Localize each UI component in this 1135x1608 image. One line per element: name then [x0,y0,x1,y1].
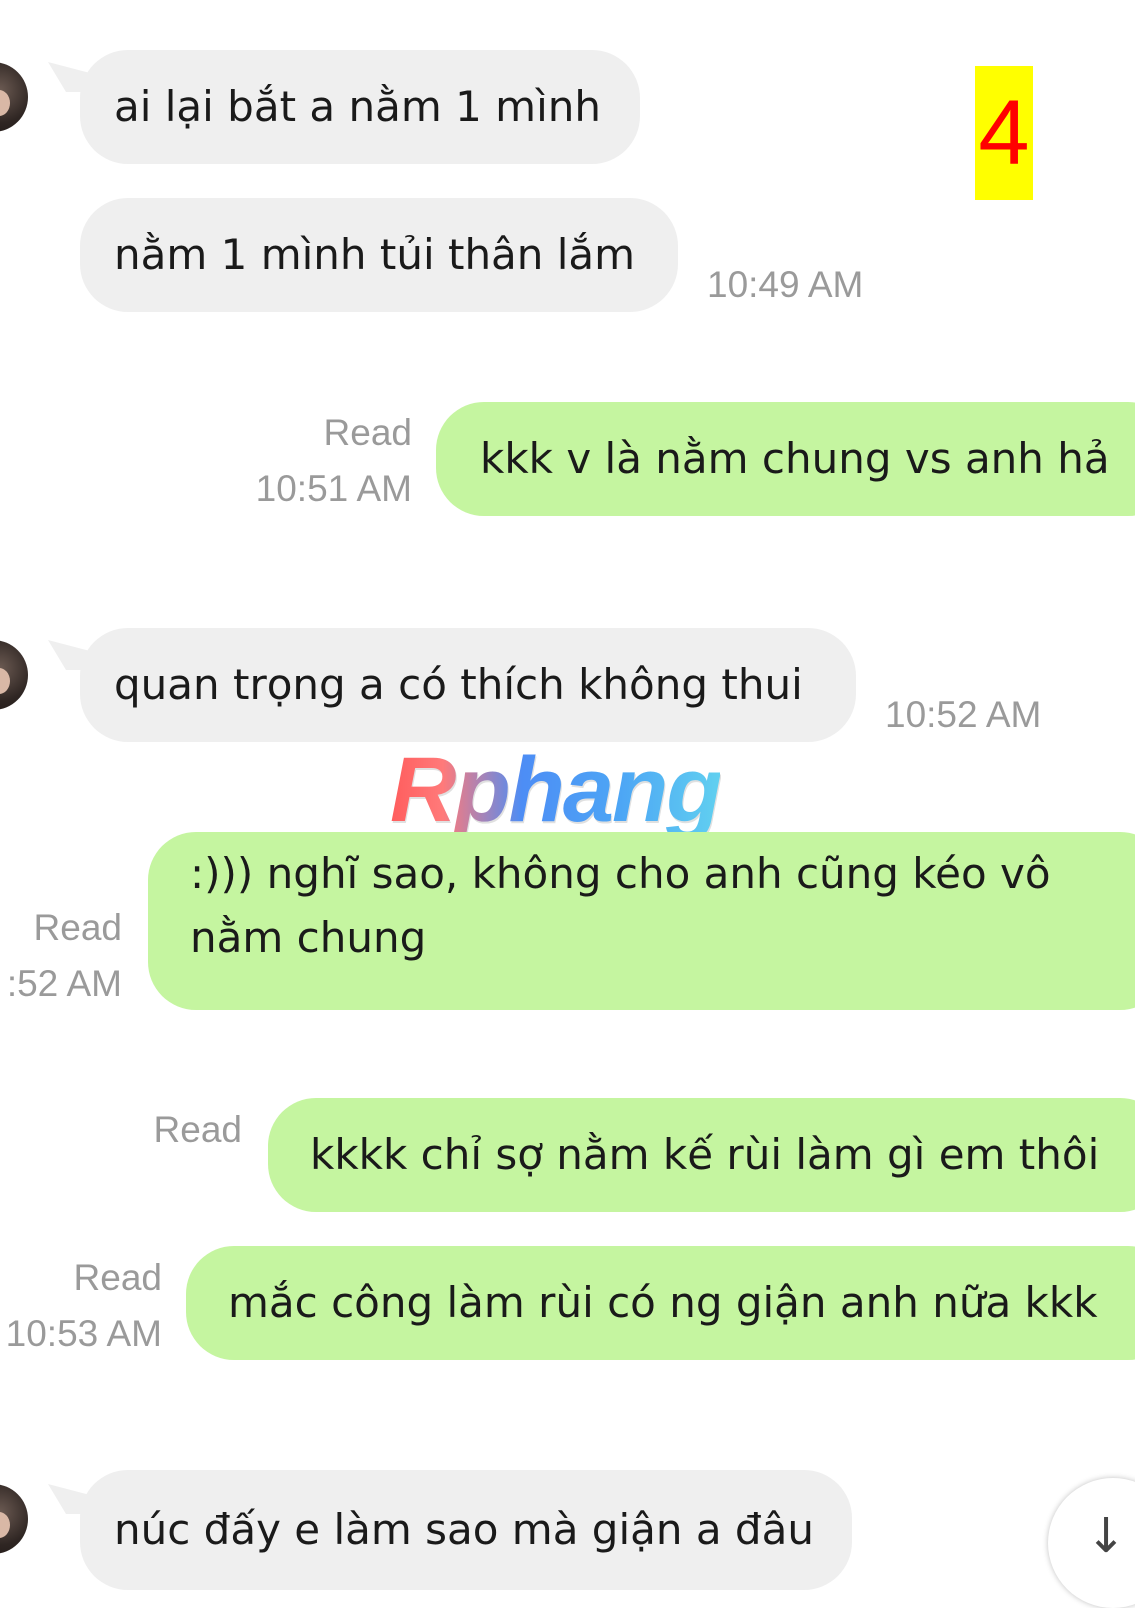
outgoing-message-bubble[interactable]: mắc công làm rùi có ng giận anh nữa kkk [186,1246,1135,1360]
incoming-message-bubble[interactable]: núc đấy e làm sao mà giận a đâu [80,1470,852,1590]
read-receipt: Read :52 AM [0,900,122,1012]
outgoing-message-bubble[interactable]: kkk v là nằm chung vs anh hả [436,402,1135,516]
outgoing-message-bubble[interactable]: kkkk chỉ sợ nằm kế rùi làm gì em thôi [268,1098,1135,1212]
message-timestamp: 10:53 AM [5,1313,162,1354]
read-status: Read [73,1257,162,1298]
page-number-badge: 4 [975,66,1033,200]
read-status: Read [153,1109,242,1150]
read-receipt: Read 10:51 AM [200,405,412,517]
contact-avatar[interactable] [0,640,28,710]
message-timestamp: :52 AM [6,963,122,1004]
outgoing-message-bubble[interactable]: :))) nghĩ sao, không cho anh cũng kéo vô… [148,832,1135,1010]
incoming-message-bubble[interactable]: quan trọng a có thích không thui [80,628,856,742]
message-timestamp: 10:51 AM [255,468,412,509]
contact-avatar[interactable] [0,1484,28,1554]
watermark-logo: Rphang [390,739,722,841]
read-status: Read [33,907,122,948]
incoming-message-bubble[interactable]: ai lại bắt a nằm 1 mình [80,50,640,164]
message-timestamp: 10:52 AM [885,694,1042,735]
message-timestamp: 10:49 AM [707,264,864,305]
read-status: Read [323,412,412,453]
contact-avatar[interactable] [0,62,28,132]
arrow-down-icon: ↓ [1086,1508,1127,1564]
scroll-to-bottom-button[interactable]: ↓ [1048,1478,1135,1608]
incoming-message-bubble[interactable]: nằm 1 mình tủi thân lắm [80,198,678,312]
read-receipt: Read [120,1102,242,1158]
read-receipt: Read 10:53 AM [0,1250,162,1362]
